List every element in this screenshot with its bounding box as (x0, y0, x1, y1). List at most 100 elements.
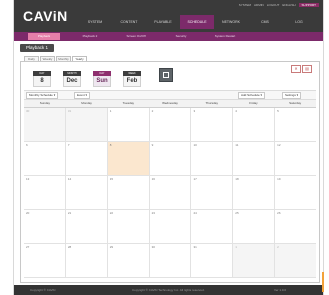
calendar-day-cell[interactable]: 7 (65, 142, 108, 176)
calendar-day-number: 2 (151, 109, 154, 113)
calendar-day-cell[interactable]: 29 (107, 244, 150, 278)
calendar-day-cell[interactable]: 30 (149, 244, 192, 278)
settings-button[interactable]: Settings ▾ (282, 92, 302, 99)
schedule-filter-dropdown[interactable]: Monthly Schedule ▾ (26, 92, 59, 99)
nav-schedule[interactable]: SCHEDULE (180, 15, 214, 29)
calendar-day-cell[interactable]: 28 (65, 244, 108, 278)
calendar-day-cell[interactable]: 25 (233, 210, 276, 244)
calendar-day-number: 19 (277, 177, 281, 181)
calendar-day-cell[interactable]: 12 (275, 142, 317, 176)
date-picker-week[interactable]: WEEK Feb (123, 71, 141, 87)
calendar-day-cell[interactable]: 10 (191, 142, 234, 176)
go-button[interactable] (159, 68, 173, 82)
calendar-day-cell[interactable]: 4 (233, 108, 276, 142)
util-link-system[interactable]: SYSTEM (239, 3, 251, 7)
subnav-screen-onoff[interactable]: Screen On/Off (116, 33, 156, 40)
subnav-security[interactable]: Security (166, 33, 196, 40)
nav-system[interactable]: SYSTEM (78, 18, 112, 29)
schedule-filter-label: Monthly Schedule (29, 93, 53, 97)
calendar-day-cell[interactable]: 2 (149, 108, 192, 142)
calendar-day-cell[interactable]: 11 (233, 142, 276, 176)
calendar-day-number: 3 (193, 109, 196, 113)
calendar-day-cell[interactable]: 5 (275, 108, 317, 142)
calendar-day-number: 13 (26, 177, 30, 181)
calendar-day-number: 30 (26, 109, 30, 113)
util-link-admin[interactable]: ADMIN (254, 3, 264, 7)
calendar-day-cell[interactable]: 19 (275, 176, 317, 210)
date-picker-weekday[interactable]: DAY Sun (93, 71, 111, 87)
print-icon[interactable]: ▤ (302, 65, 312, 73)
calendar-weeks: 30 31 1 2 3 4 5 6 7 8 9 10 11 12 13 14 15 16 17 18 19 20 21 22 2… (24, 108, 317, 278)
calendar-day-cell[interactable]: 31 (191, 244, 234, 278)
nav-cms[interactable]: CMS (248, 18, 282, 29)
calendar-day-number: 12 (277, 143, 281, 147)
calendar-day-number: 28 (67, 245, 72, 249)
delete-icon[interactable]: ✕ (291, 65, 301, 73)
calendar-day-cell[interactable]: 6 (24, 142, 66, 176)
weekday-tuesday: Tuesday (122, 101, 134, 105)
date-picker-month[interactable]: MONTH Dec (63, 71, 81, 87)
nav-content[interactable]: CONTENT (112, 18, 146, 29)
calendar-day-number: 15 (109, 177, 114, 181)
date-picker-day[interactable]: DAY 8 (33, 71, 51, 87)
calendar-day-cell[interactable]: 9 (149, 142, 192, 176)
calendar-day-cell[interactable]: 21 (65, 210, 108, 244)
calendar-day-number: 20 (26, 211, 30, 215)
calendar-day-cell[interactable]: 8 (107, 142, 150, 176)
footer-version: Ver 1.0.0 (274, 288, 287, 292)
add-schedule-label: Add Schedule (241, 93, 260, 97)
calendar-day-number: 6 (26, 143, 28, 147)
calendar-day-number: 1 (109, 109, 112, 113)
calendar-day-number: 26 (277, 211, 281, 215)
subnav-system-restart[interactable]: System Restart (204, 33, 246, 40)
calendar-day-cell[interactable]: 17 (191, 176, 234, 210)
nav-log[interactable]: LOG (282, 18, 316, 29)
weekday-wednesday: Wednesday (162, 101, 178, 105)
calendar-day-cell[interactable]: 26 (275, 210, 317, 244)
calendar-day-cell[interactable]: 20 (24, 210, 66, 244)
group-dropdown[interactable]: Event ▾ (74, 92, 91, 99)
calendar-day-number: 22 (109, 211, 114, 215)
date-picker-day-value: 8 (33, 76, 51, 87)
calendar-day-cell[interactable]: 31 (65, 108, 108, 142)
calendar-day-cell[interactable]: 23 (149, 210, 192, 244)
calendar-day-number: 29 (109, 245, 114, 249)
calendar-day-cell[interactable]: 22 (107, 210, 150, 244)
calendar-day-number: 8 (109, 143, 112, 147)
support-button[interactable]: SUPPORT (298, 3, 319, 7)
weekday-thursday: Thursday (205, 101, 218, 105)
nav-network[interactable]: NETWORK (214, 18, 248, 29)
calendar-day-cell[interactable]: 16 (149, 176, 192, 210)
calendar-day-number: 9 (151, 143, 154, 147)
calendar-day-cell[interactable]: 3 (191, 108, 234, 142)
top-bar: CAViN SYSTEM ADMIN LOGOUT ENGLISH SUPPOR… (14, 0, 323, 32)
util-link-language[interactable]: ENGLISH (282, 3, 295, 7)
calendar-day-cell[interactable]: 14 (65, 176, 108, 210)
calendar-day-cell[interactable]: 1 (107, 108, 150, 142)
subnav-playback-2[interactable]: Playback 2 (72, 33, 108, 40)
calendar-week-row: 27 28 29 30 31 1 2 (24, 244, 317, 278)
nav-playable[interactable]: PLAYABLE (146, 18, 180, 29)
calendar-day-number: 4 (235, 109, 237, 113)
add-schedule-button[interactable]: Add Schedule ▾ (238, 92, 266, 99)
util-link-logout[interactable]: LOGOUT (267, 3, 280, 7)
calendar-day-number: 24 (193, 211, 197, 215)
calendar-day-cell[interactable]: 24 (191, 210, 234, 244)
calendar-toolbar: Monthly Schedule ▾ Event ▾ Add Schedule … (24, 90, 316, 100)
calendar-day-cell[interactable]: 1 (233, 244, 276, 278)
calendar-day-cell[interactable]: 30 (24, 108, 66, 142)
calendar-week-row: 30 31 1 2 3 4 5 (24, 108, 317, 142)
main-nav: SYSTEM CONTENT PLAYABLE SCHEDULE NETWORK… (78, 15, 316, 29)
calendar-day-number: 30 (151, 245, 155, 249)
calendar-day-number: 10 (193, 143, 197, 147)
calendar-day-cell[interactable]: 15 (107, 176, 150, 210)
calendar-day-number: 14 (67, 177, 72, 181)
calendar-day-cell[interactable]: 27 (24, 244, 66, 278)
group-label: Event (77, 93, 85, 97)
calendar-day-cell[interactable]: 2 (275, 244, 317, 278)
calendar-day-cell[interactable]: 18 (233, 176, 276, 210)
calendar-day-cell[interactable]: 13 (24, 176, 66, 210)
settings-label: Settings (285, 93, 296, 97)
calendar-day-number: 5 (277, 109, 279, 113)
subnav-playback[interactable]: Playback (28, 33, 60, 40)
